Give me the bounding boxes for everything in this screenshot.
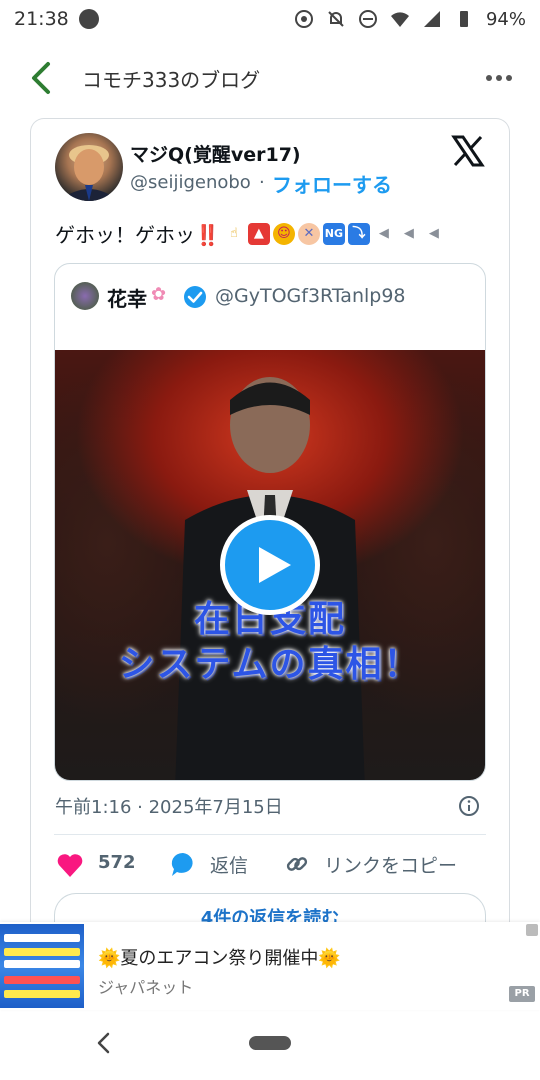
ad-choices-icon[interactable] [526, 924, 538, 936]
link-icon[interactable] [284, 851, 310, 877]
speaker-emoji: ◀ [378, 225, 389, 241]
tweet-text-body: ゲホッ！ゲホッ‼️ [55, 223, 220, 247]
signal-icon [423, 11, 440, 27]
chevron-left-icon[interactable] [26, 60, 56, 96]
author-name[interactable]: マジQ(覚醒ver17) [130, 140, 301, 167]
wifi-icon [390, 12, 409, 27]
ad-banner[interactable]: 🌞夏のエアコン祭り開催中🌞 ジャパネット PR [0, 922, 540, 1010]
play-button[interactable] [220, 515, 320, 615]
reply-button[interactable]: 返信 [210, 851, 248, 878]
author-avatar[interactable] [55, 133, 123, 201]
divider [54, 834, 486, 835]
like-count: 572 [98, 852, 136, 873]
app-header: コモチ333のブログ [0, 48, 540, 108]
video-caption-line2: システムの真相！ [118, 644, 422, 685]
more-horizontal-icon[interactable] [484, 66, 514, 90]
heart-icon[interactable] [56, 852, 84, 878]
siren-emoji: ▲ [247, 222, 270, 245]
nav-home-pill[interactable] [249, 1036, 291, 1050]
quote-author-handle[interactable]: @GyTOGf3RTanlp98 [215, 285, 406, 307]
tweet-text: ゲホッ！ゲホッ‼️ ☝ ▲ ☺ ✕ NG ⤵ ◀ ◀ ◀ [55, 219, 445, 248]
reply-bubble-icon[interactable] [169, 850, 197, 878]
ad-image[interactable] [0, 924, 84, 1008]
copy-link-button[interactable]: リンクをコピー [324, 851, 457, 878]
tweet-timestamp[interactable]: 午前1:16 · 2025年7月15日 [55, 793, 283, 819]
sync-icon [78, 9, 99, 29]
quoted-tweet[interactable]: 花幸 ✿ @GyTOGf3RTanlp98 在日支配 システムの真相！ [54, 263, 486, 781]
separator: · [259, 172, 265, 193]
ng-emoji: NG [322, 222, 345, 245]
location-icon [294, 10, 313, 28]
point-up-emoji: ☝ [229, 225, 238, 241]
mute-icon [328, 11, 344, 27]
nav-back-icon[interactable] [94, 1030, 114, 1056]
info-icon[interactable] [458, 795, 480, 817]
x-logo-icon[interactable] [451, 134, 485, 168]
battery-level: 94% [485, 8, 526, 30]
status-icons: 94% [294, 9, 526, 30]
quote-avatar[interactable] [71, 282, 99, 310]
speaker-emoji: ◀ [403, 225, 414, 241]
arrow-down-emoji: ⤵ [347, 222, 370, 245]
author-handle[interactable]: @seijigenobo [130, 172, 251, 193]
ad-advertiser: ジャパネット [98, 978, 194, 997]
quote-author-name[interactable]: 花幸 [107, 283, 147, 312]
cherry-blossom-icon: ✿ [151, 284, 167, 305]
ad-title[interactable]: 🌞夏のエアコン祭り開催中🌞 [98, 944, 341, 970]
verified-badge-icon [184, 286, 206, 308]
battery-icon [459, 11, 468, 27]
follow-button[interactable]: フォローする [272, 169, 392, 198]
video-thumbnail[interactable]: 在日支配 システムの真相！ [55, 350, 485, 780]
status-bar: 21:38 94% [0, 0, 540, 38]
no-gesture-emoji: ✕ [297, 222, 320, 245]
pr-badge: PR [509, 986, 535, 1002]
play-icon [259, 547, 291, 583]
status-time: 21:38 [14, 8, 69, 30]
speaker-emoji: ◀ [428, 225, 439, 241]
zany-face-emoji: ☺ [272, 222, 295, 245]
dnd-icon [358, 10, 377, 28]
page-title: コモチ333のブログ [82, 68, 261, 92]
